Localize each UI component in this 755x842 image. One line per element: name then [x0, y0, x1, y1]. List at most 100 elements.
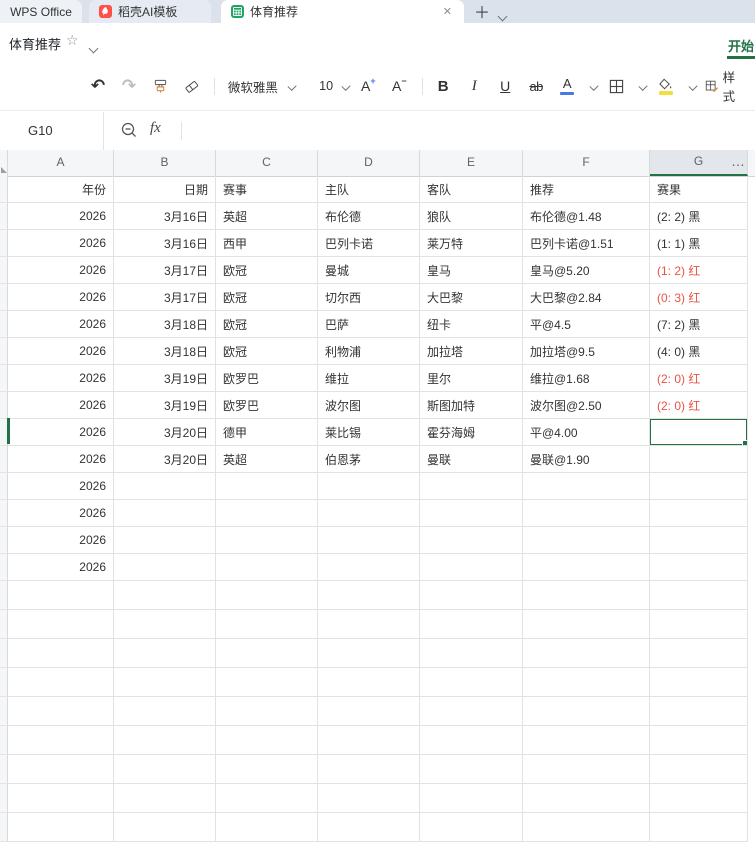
cell[interactable]: (4: 0) 黑: [650, 338, 748, 365]
column-header-c[interactable]: C: [216, 150, 318, 176]
cell[interactable]: 曼城: [318, 257, 420, 284]
cell[interactable]: [216, 813, 318, 842]
cell[interactable]: 波尔图@2.50: [523, 392, 650, 419]
cell[interactable]: (2: 0) 红: [650, 365, 748, 392]
cell[interactable]: [114, 697, 216, 726]
cell[interactable]: [523, 639, 650, 668]
cell[interactable]: [8, 639, 114, 668]
row-header[interactable]: [0, 418, 10, 446]
cell[interactable]: 巴列卡诺@1.51: [523, 230, 650, 257]
font-size-select[interactable]: 10: [316, 71, 336, 101]
cell[interactable]: (1: 2) 红: [650, 257, 748, 284]
cell[interactable]: 2026: [8, 311, 114, 338]
cell[interactable]: [650, 697, 748, 726]
cell[interactable]: [8, 610, 114, 639]
cell[interactable]: 霍芬海姆: [420, 419, 523, 446]
row-header[interactable]: [0, 473, 8, 500]
cell[interactable]: [650, 784, 748, 813]
cell[interactable]: 3月18日: [114, 338, 216, 365]
cell[interactable]: 伯恩茅: [318, 446, 420, 473]
cell[interactable]: [650, 755, 748, 784]
cell[interactable]: 欧冠: [216, 284, 318, 311]
cell[interactable]: 欧冠: [216, 338, 318, 365]
row-header[interactable]: [0, 365, 8, 392]
redo-button[interactable]: ↷: [119, 71, 139, 101]
cell[interactable]: 利物浦: [318, 338, 420, 365]
cell[interactable]: [650, 500, 748, 527]
cell[interactable]: 德甲: [216, 419, 318, 446]
cell[interactable]: [650, 668, 748, 697]
chevron-down-icon[interactable]: [638, 81, 649, 91]
format-painter-button[interactable]: [150, 71, 170, 101]
borders-button[interactable]: [606, 71, 626, 101]
cell[interactable]: [650, 554, 748, 581]
cell[interactable]: [420, 527, 523, 554]
cell[interactable]: 切尔西: [318, 284, 420, 311]
cell[interactable]: [650, 726, 748, 755]
cell[interactable]: [420, 668, 523, 697]
cell[interactable]: 皇马@5.20: [523, 257, 650, 284]
cell[interactable]: [216, 755, 318, 784]
cell[interactable]: [216, 581, 318, 610]
cell[interactable]: [216, 784, 318, 813]
cell[interactable]: 年份: [8, 176, 114, 203]
row-header[interactable]: [0, 284, 8, 311]
cell[interactable]: 维拉: [318, 365, 420, 392]
cell[interactable]: 莱比锡: [318, 419, 420, 446]
row-header[interactable]: [0, 697, 8, 726]
cell[interactable]: [523, 554, 650, 581]
cell[interactable]: [318, 581, 420, 610]
cell[interactable]: 2026: [8, 203, 114, 230]
cell[interactable]: 3月16日: [114, 203, 216, 230]
more-columns-button[interactable]: …: [728, 150, 749, 176]
cell[interactable]: [216, 473, 318, 500]
cell[interactable]: [650, 473, 748, 500]
cell-styles-button[interactable]: 样式: [705, 71, 744, 104]
increase-font-button[interactable]: A +: [358, 71, 378, 101]
row-header[interactable]: [0, 176, 8, 203]
cell[interactable]: 2026: [8, 446, 114, 473]
cell[interactable]: 2026: [8, 473, 114, 500]
new-tab-button[interactable]: ＋: [472, 1, 492, 22]
row-header[interactable]: [0, 446, 8, 473]
cell[interactable]: (0: 3) 红: [650, 284, 748, 311]
cell[interactable]: 狼队: [420, 203, 523, 230]
cell[interactable]: [114, 554, 216, 581]
name-box[interactable]: G10: [0, 112, 104, 150]
cell[interactable]: [8, 668, 114, 697]
title-chevron-down-icon[interactable]: [88, 39, 99, 57]
cell[interactable]: 2026: [8, 338, 114, 365]
cell[interactable]: [318, 784, 420, 813]
column-header-d[interactable]: D: [318, 150, 420, 176]
cell[interactable]: [650, 639, 748, 668]
chevron-down-icon[interactable]: [341, 81, 351, 91]
cell[interactable]: 英超: [216, 446, 318, 473]
cell[interactable]: 2026: [8, 419, 114, 446]
cell[interactable]: [420, 473, 523, 500]
cell[interactable]: 布伦德@1.48: [523, 203, 650, 230]
cell[interactable]: 巴萨: [318, 311, 420, 338]
cell[interactable]: [318, 697, 420, 726]
row-header[interactable]: [0, 755, 8, 784]
cell[interactable]: [114, 668, 216, 697]
cell[interactable]: 3月17日: [114, 257, 216, 284]
cell[interactable]: 3月20日: [114, 446, 216, 473]
cell[interactable]: [216, 610, 318, 639]
cell[interactable]: 2026: [8, 527, 114, 554]
cell[interactable]: 欧冠: [216, 311, 318, 338]
cell[interactable]: [318, 726, 420, 755]
cell[interactable]: [523, 527, 650, 554]
row-header[interactable]: [0, 784, 8, 813]
cell[interactable]: (2: 0) 红: [650, 392, 748, 419]
cell[interactable]: 赛果: [650, 176, 748, 203]
cell[interactable]: [523, 668, 650, 697]
chevron-down-icon[interactable]: [589, 81, 599, 91]
cell[interactable]: [523, 813, 650, 842]
cell[interactable]: [318, 813, 420, 842]
cell[interactable]: [420, 784, 523, 813]
cell[interactable]: 客队: [420, 176, 523, 203]
cell[interactable]: 2026: [8, 554, 114, 581]
cell[interactable]: 2026: [8, 257, 114, 284]
clear-format-button[interactable]: [181, 71, 201, 101]
cell[interactable]: [114, 473, 216, 500]
